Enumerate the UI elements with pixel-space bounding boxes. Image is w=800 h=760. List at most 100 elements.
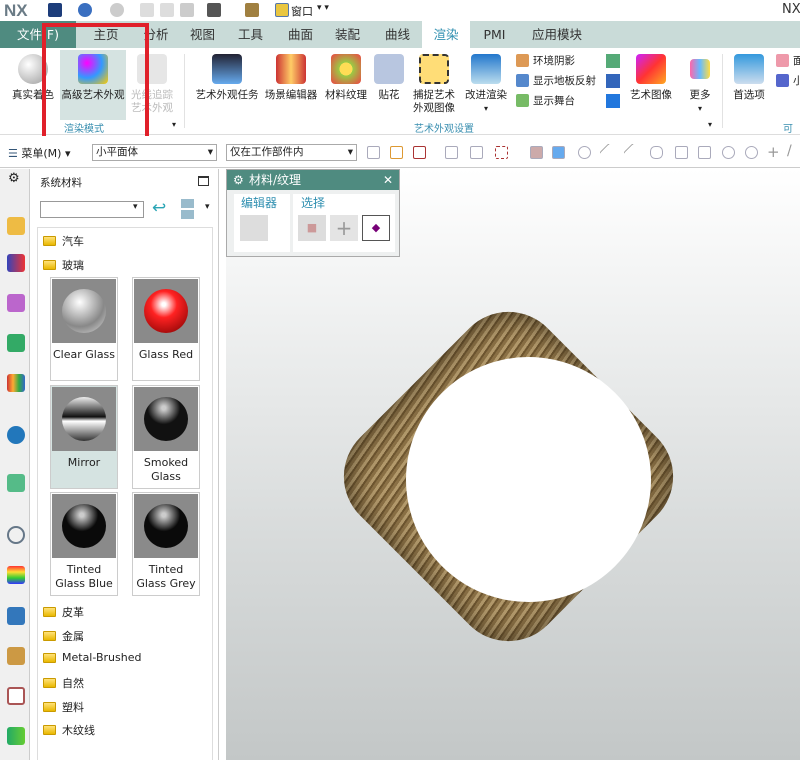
publish-icon[interactable] [606, 94, 620, 108]
web-browser-icon[interactable] [7, 426, 25, 444]
touch-mode-icon[interactable] [207, 3, 221, 17]
show-stage-button[interactable]: 显示舞台 [516, 93, 575, 108]
folder-metal-brushed[interactable]: Metal-Brushed [43, 651, 141, 664]
scene-editor-button[interactable]: 场景编辑器 [262, 54, 320, 102]
face-button[interactable]: 面 [776, 53, 800, 68]
reuse-library-icon[interactable] [7, 334, 25, 352]
move-icon[interactable] [578, 146, 591, 159]
group-expand-icon[interactable]: ▾ [172, 120, 176, 129]
add-icon[interactable]: + [330, 215, 358, 241]
undo-icon[interactable] [78, 3, 92, 17]
editor-wrench-icon[interactable] [240, 215, 268, 241]
plus-icon[interactable]: + [767, 143, 780, 161]
type-filter-select[interactable]: 小平面体 [92, 144, 217, 161]
material-smoked-glass[interactable]: Smoked Glass [132, 385, 200, 489]
improve-render-button[interactable]: 改进渲染 ▾ [462, 54, 510, 115]
spline-icon[interactable] [675, 146, 688, 159]
select-body-icon[interactable]: ■ [298, 215, 326, 241]
folder-metal[interactable]: 金属 [43, 628, 84, 644]
clock-icon[interactable] [7, 526, 25, 544]
back-arrow-icon[interactable]: ↩ [152, 198, 166, 218]
assembly-navigator-icon[interactable] [7, 217, 25, 235]
tab-pmi[interactable]: PMI [472, 21, 517, 48]
system-scene-icon[interactable] [7, 607, 25, 625]
settings-icon[interactable]: ⚙ [8, 171, 20, 186]
folder-plastic[interactable]: 塑料 [43, 699, 84, 715]
circle-icon[interactable] [745, 146, 758, 159]
history-icon[interactable] [7, 474, 25, 492]
tab-tools[interactable]: 工具 [228, 21, 273, 48]
window-dropdown-icon[interactable]: ▾ ▾ [317, 3, 329, 13]
small-button[interactable]: 小 [776, 73, 800, 88]
tab-view[interactable]: 视图 [180, 21, 225, 48]
copy-icon[interactable] [160, 3, 174, 17]
folder-nature[interactable]: 自然 [43, 675, 84, 691]
capture-studio-image-button[interactable]: 捕捉艺术外观图像 [408, 54, 460, 115]
material-glass-red[interactable]: Glass Red [132, 277, 200, 381]
solid-icon[interactable] [552, 146, 565, 159]
line2-icon[interactable] [623, 143, 642, 162]
window-icon[interactable] [275, 3, 289, 17]
maximize-icon[interactable] [198, 176, 209, 186]
search-dropdown-icon[interactable]: ▾ [133, 202, 138, 212]
settings-icon[interactable]: ⚙ [233, 170, 244, 190]
process-icon[interactable] [7, 727, 25, 745]
folder-wood-grain[interactable]: 木纹线 [43, 722, 95, 738]
graphics-viewport[interactable] [226, 169, 800, 760]
snap-icon[interactable] [367, 146, 380, 159]
material-mirror[interactable]: Mirror [50, 385, 118, 489]
tab-curve[interactable]: 曲线 [375, 21, 420, 48]
material-tinted-glass-blue[interactable]: Tinted Glass Blue [50, 492, 118, 596]
redo-icon[interactable] [110, 3, 124, 17]
studio-icon[interactable] [7, 687, 25, 705]
decal-button[interactable]: 贴花 [372, 54, 406, 102]
preferences-button[interactable]: 首选项 [728, 54, 770, 102]
tab-assembly[interactable]: 装配 [325, 21, 370, 48]
view-dropdown-icon[interactable]: ▾ [205, 202, 210, 212]
select-point-icon[interactable] [413, 146, 426, 159]
tab-applications[interactable]: 应用模块 [522, 21, 592, 48]
feature-icon[interactable] [470, 146, 483, 159]
view-mode-icon[interactable] [181, 199, 194, 219]
camera-icon[interactable] [606, 54, 620, 68]
filter-icon[interactable] [390, 146, 403, 159]
body-icon[interactable] [530, 146, 543, 159]
art-image-button[interactable]: 艺术图像 [626, 54, 676, 102]
center-icon[interactable] [722, 146, 735, 159]
palette-icon[interactable] [7, 566, 25, 584]
material-tinted-glass-grey[interactable]: Tinted Glass Grey [132, 492, 200, 596]
folder-leather[interactable]: 皮革 [43, 604, 84, 620]
folder-glass[interactable]: 玻璃 [43, 257, 84, 273]
slash-icon[interactable]: / [787, 143, 792, 159]
curve-icon[interactable] [650, 146, 663, 159]
material-search-input[interactable] [40, 201, 144, 218]
studio-task-button[interactable]: 艺术外观任务 [194, 54, 260, 102]
line-icon[interactable] [599, 143, 618, 162]
floor-reflection-button[interactable]: 显示地板反射 [516, 73, 596, 88]
group-expand-icon[interactable]: ▾ [708, 120, 712, 129]
rectangle-select-icon[interactable] [495, 146, 508, 159]
material-texture-button[interactable]: 材料纹理 [322, 54, 370, 102]
deselect-icon[interactable] [445, 146, 458, 159]
repeat-command-icon[interactable] [245, 3, 259, 17]
window-menu[interactable]: 窗口 [291, 3, 313, 19]
material-clear-glass[interactable]: Clear Glass [50, 277, 118, 381]
more-button[interactable]: 更多 ▾ [682, 54, 718, 115]
tab-render[interactable]: 渲染 [422, 21, 470, 48]
close-button[interactable]: ✕ [383, 170, 393, 190]
ambient-shadow-button[interactable]: 环境阴影 [516, 53, 575, 68]
menu-button[interactable]: ☰ 菜单(M) ▾ [8, 145, 70, 161]
hd3d-icon[interactable] [7, 374, 25, 392]
inherit-material-icon[interactable]: ◆ [362, 215, 390, 241]
print-icon[interactable] [606, 74, 620, 88]
scope-select[interactable]: 仅在工作部件内 [226, 144, 357, 161]
tab-surface[interactable]: 曲面 [278, 21, 323, 48]
normal-icon[interactable] [698, 146, 711, 159]
constraint-navigator-icon[interactable] [7, 254, 25, 272]
folder-automotive[interactable]: 汽车 [43, 233, 84, 249]
save-icon[interactable] [48, 3, 62, 17]
part-navigator-icon[interactable] [7, 294, 25, 312]
role-icon[interactable] [7, 647, 25, 665]
paste-icon[interactable] [180, 3, 194, 17]
cut-icon[interactable] [140, 3, 154, 17]
